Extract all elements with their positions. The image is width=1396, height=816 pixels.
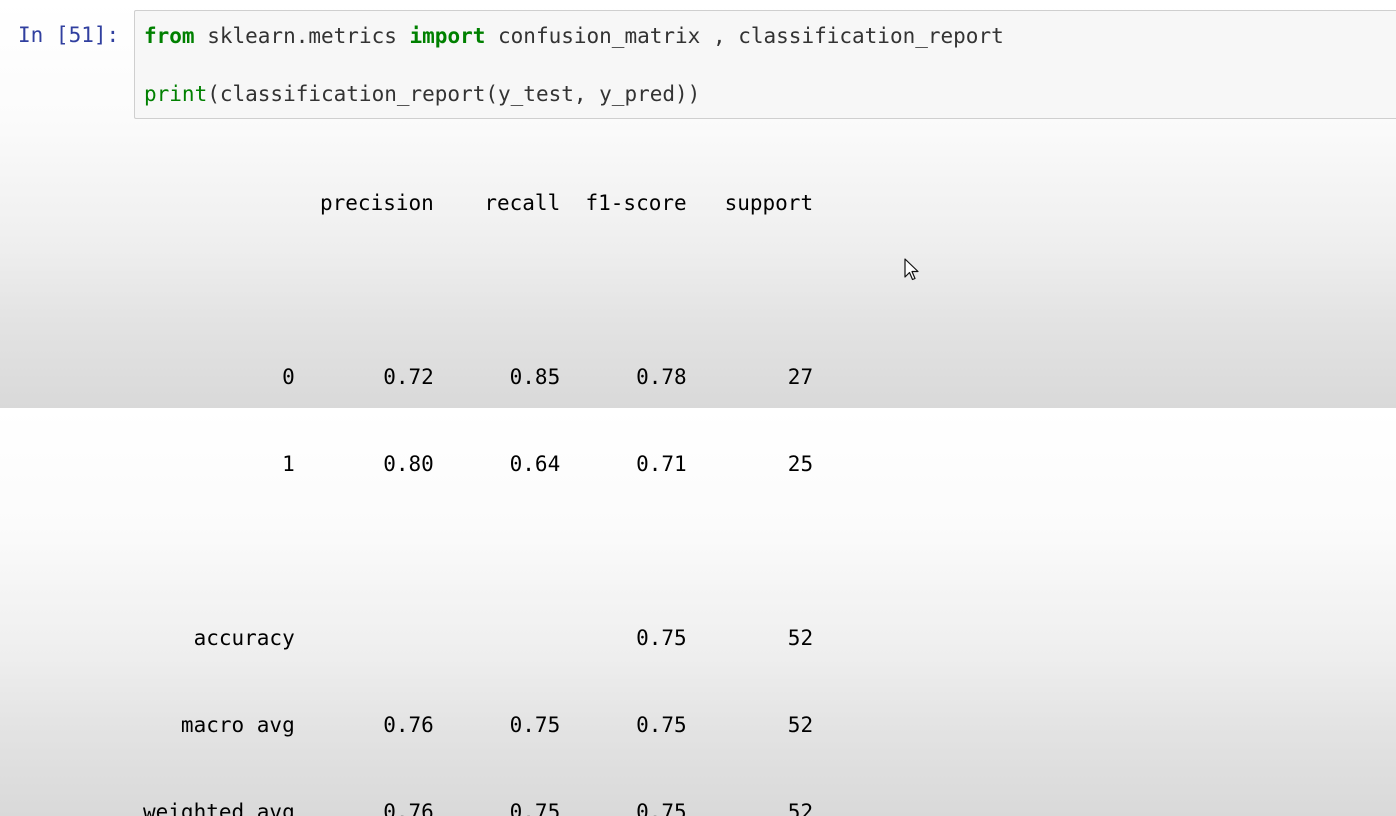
imported-names: confusion_matrix , classification_report [485,24,1004,48]
cell-prompt: In [51]: [18,23,120,47]
report-blank-row [143,537,813,566]
report-header-row: precision recall f1-score support [143,191,814,215]
report-class-1-row: 1 0.80 0.64 0.71 25 [143,452,814,476]
report-weighted-avg-row: weighted avg 0.76 0.75 0.75 52 [143,800,814,816]
module-name: sklearn.metrics [194,24,410,48]
report-class-0-row: 0 0.72 0.85 0.78 27 [143,365,814,389]
code-line-2: print(classification_report(y_test, y_pr… [144,80,700,109]
report-accuracy-row: accuracy 0.75 52 [143,626,814,650]
builtin-print: print [144,82,208,106]
report-macro-avg-row: macro avg 0.76 0.75 0.75 52 [143,713,814,737]
code-line-1: from sklearn.metrics import confusion_ma… [144,22,1004,51]
cell-output: precision recall f1-score support 0 0.72… [143,131,813,816]
keyword-from: from [144,24,195,48]
print-arguments: (classification_report(y_test, y_pred)) [207,82,701,106]
code-cell-input[interactable]: from sklearn.metrics import confusion_ma… [134,10,1396,119]
report-blank-row [143,276,813,305]
mouse-pointer-icon [904,258,920,286]
keyword-import: import [409,24,486,48]
